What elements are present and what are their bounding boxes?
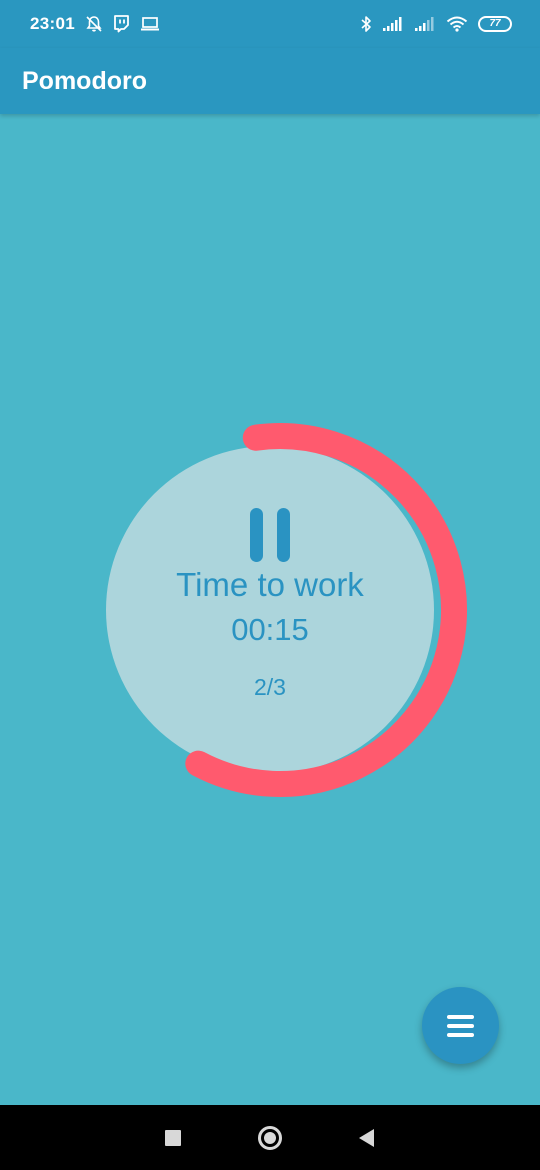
menu-icon-line <box>447 1032 474 1037</box>
wifi-icon <box>446 16 468 32</box>
status-bar: 23:01 77 <box>0 0 540 48</box>
timer-label: Time to work <box>176 566 364 603</box>
home-button[interactable] <box>250 1118 290 1158</box>
recents-icon <box>165 1129 182 1146</box>
bluetooth-icon <box>360 15 372 33</box>
twitch-icon <box>113 15 130 33</box>
signal-icon <box>414 16 436 32</box>
timer-time: 00:15 <box>231 612 309 647</box>
laptop-icon <box>140 16 160 32</box>
pause-button[interactable] <box>250 508 290 562</box>
status-time: 23:01 <box>30 14 75 33</box>
back-button[interactable] <box>347 1118 387 1158</box>
app-title: Pomodoro <box>22 66 147 95</box>
home-icon <box>257 1125 282 1150</box>
app-bar: Pomodoro <box>0 48 540 114</box>
pause-icon <box>250 508 263 562</box>
battery-level: 77 <box>489 18 501 29</box>
recents-button[interactable] <box>153 1118 193 1158</box>
notifications-off-icon <box>85 15 103 33</box>
pause-icon <box>277 508 290 562</box>
timer: Time to work 00:15 2/3 <box>92 422 468 798</box>
signal-icon <box>382 16 404 32</box>
home-icon-inner <box>263 1131 276 1144</box>
timer-content: Time to work 00:15 2/3 <box>108 448 432 772</box>
navigation-bar <box>0 1105 540 1170</box>
menu-icon-line <box>447 1023 474 1028</box>
status-left: 23:01 <box>30 14 160 34</box>
battery-icon: 77 <box>478 16 512 32</box>
status-right: 77 <box>360 15 512 33</box>
screen: 23:01 77 Pomodoro Time to work 00:15 2/3 <box>0 0 540 1170</box>
back-icon <box>359 1128 375 1147</box>
timer-round: 2/3 <box>254 674 286 700</box>
menu-icon-line <box>447 1014 474 1019</box>
menu-icon <box>447 1014 474 1037</box>
menu-fab-button[interactable] <box>422 987 499 1064</box>
